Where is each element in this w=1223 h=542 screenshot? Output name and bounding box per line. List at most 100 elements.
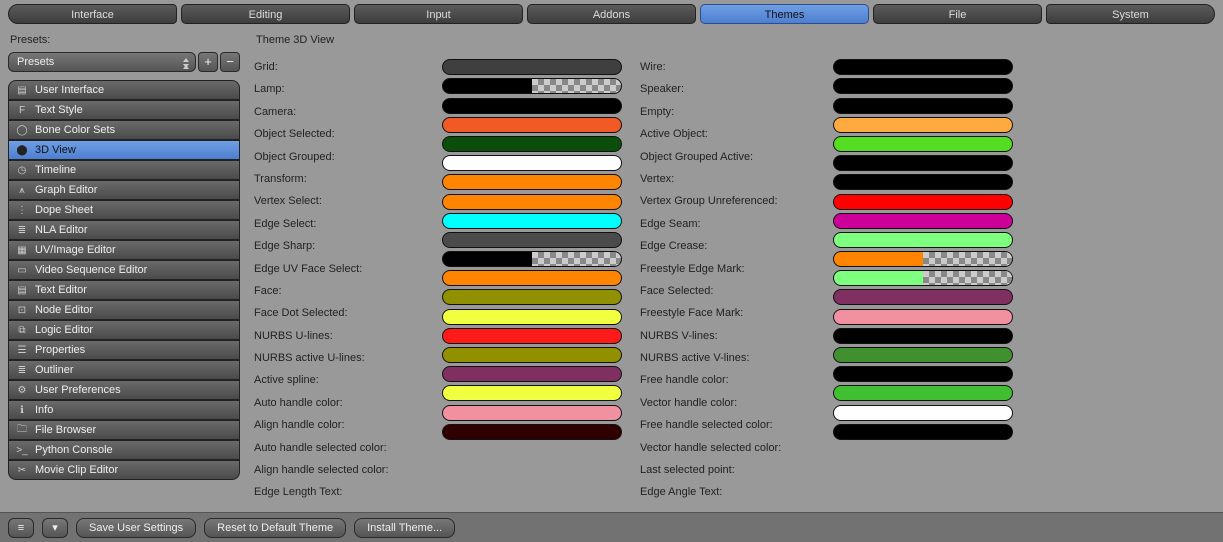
sidebar-item-node-editor[interactable]: ⊡Node Editor [8, 300, 240, 320]
category-icon: ◷ [15, 163, 29, 177]
sidebar-item-3d-view[interactable]: ⬤3D View [8, 140, 240, 160]
color-swatch[interactable] [442, 270, 622, 286]
category-icon: ⧉ [15, 323, 29, 337]
color-swatch[interactable] [442, 136, 622, 152]
reset-default-theme-button[interactable]: Reset to Default Theme [204, 518, 346, 538]
sidebar-item-dope-sheet[interactable]: ⋮Dope Sheet [8, 200, 240, 220]
sidebar-item-uv-image-editor[interactable]: ▦UV/Image Editor [8, 240, 240, 260]
property-label: Auto handle color: [254, 392, 424, 414]
sidebar-item-movie-clip-editor[interactable]: ✂Movie Clip Editor [8, 460, 240, 480]
color-swatch[interactable] [833, 78, 1013, 94]
color-swatch[interactable] [442, 194, 622, 210]
color-swatch[interactable] [833, 194, 1013, 210]
sidebar-item-video-sequence-editor[interactable]: ▭Video Sequence Editor [8, 260, 240, 280]
sidebar-item-outliner[interactable]: ≣Outliner [8, 360, 240, 380]
save-user-settings-button[interactable]: Save User Settings [76, 518, 196, 538]
color-swatch[interactable] [833, 136, 1013, 152]
property-label: Grid: [254, 56, 424, 78]
color-swatch[interactable] [833, 251, 1013, 267]
color-swatch[interactable] [442, 59, 622, 75]
property-label: Object Grouped Active: [640, 146, 815, 168]
color-swatch[interactable] [833, 213, 1013, 229]
color-swatch[interactable] [833, 309, 1013, 325]
property-label: Last selected point: [640, 459, 815, 481]
tab-addons[interactable]: Addons [527, 4, 696, 24]
category-label: Python Console [35, 444, 113, 456]
color-swatch[interactable] [833, 98, 1013, 114]
sidebar-item-user-interface[interactable]: ▤User Interface [8, 80, 240, 100]
category-label: Video Sequence Editor [35, 264, 147, 276]
color-swatch[interactable] [442, 78, 622, 94]
property-label: Object Grouped: [254, 146, 424, 168]
color-swatch[interactable] [833, 385, 1013, 401]
color-swatch[interactable] [833, 232, 1013, 248]
preset-remove-button[interactable]: − [220, 52, 240, 72]
category-icon: ▤ [15, 83, 29, 97]
color-swatch[interactable] [442, 289, 622, 305]
color-swatch[interactable] [442, 347, 622, 363]
color-swatch[interactable] [442, 405, 622, 421]
category-icon: ≣ [15, 223, 29, 237]
color-swatch[interactable] [833, 59, 1013, 75]
color-swatch[interactable] [442, 366, 622, 382]
sidebar-item-properties[interactable]: ☰Properties [8, 340, 240, 360]
property-label: NURBS active V-lines: [640, 347, 815, 369]
color-swatch[interactable] [833, 270, 1013, 286]
color-swatch[interactable] [833, 347, 1013, 363]
color-swatch[interactable] [833, 155, 1013, 171]
color-swatch[interactable] [833, 289, 1013, 305]
tab-input[interactable]: Input [354, 4, 523, 24]
category-icon: ⩚ [15, 183, 29, 197]
presets-dropdown[interactable]: Presets [8, 52, 196, 72]
category-icon: ⬤ [15, 143, 29, 157]
editor-type-menu-icon[interactable]: ≡ [8, 518, 34, 538]
sidebar-item-file-browser[interactable]: 🗀File Browser [8, 420, 240, 440]
color-swatch[interactable] [442, 309, 622, 325]
property-label: Active Object: [640, 123, 815, 145]
property-label: Edge UV Face Select: [254, 258, 424, 280]
color-swatch[interactable] [833, 405, 1013, 421]
color-swatch[interactable] [442, 328, 622, 344]
sidebar-item-user-preferences[interactable]: ⚙User Preferences [8, 380, 240, 400]
preset-add-button[interactable]: + [198, 52, 218, 72]
property-label: Active spline: [254, 369, 424, 391]
category-label: Movie Clip Editor [35, 464, 118, 476]
sidebar-item-timeline[interactable]: ◷Timeline [8, 160, 240, 180]
property-label: Freestyle Face Mark: [640, 302, 815, 324]
install-theme-button[interactable]: Install Theme... [354, 518, 455, 538]
color-swatch[interactable] [442, 117, 622, 133]
sidebar-item-text-editor[interactable]: ▤Text Editor [8, 280, 240, 300]
category-label: User Preferences [35, 384, 121, 396]
tab-interface[interactable]: Interface [8, 4, 177, 24]
category-label: Graph Editor [35, 184, 97, 196]
category-icon: 🗀 [15, 423, 29, 437]
sidebar-item-info[interactable]: ℹInfo [8, 400, 240, 420]
color-swatch[interactable] [442, 174, 622, 190]
color-swatch[interactable] [442, 155, 622, 171]
color-swatch[interactable] [442, 385, 622, 401]
property-label: Auto handle selected color: [254, 437, 424, 459]
color-swatch[interactable] [833, 117, 1013, 133]
color-swatch[interactable] [442, 213, 622, 229]
tab-editing[interactable]: Editing [181, 4, 350, 24]
tab-system[interactable]: System [1046, 4, 1215, 24]
sidebar-item-python-console[interactable]: >_Python Console [8, 440, 240, 460]
color-swatch[interactable] [833, 424, 1013, 440]
sidebar-item-logic-editor[interactable]: ⧉Logic Editor [8, 320, 240, 340]
color-swatch[interactable] [833, 366, 1013, 382]
color-swatch[interactable] [442, 251, 622, 267]
color-swatch[interactable] [442, 232, 622, 248]
color-swatch[interactable] [442, 98, 622, 114]
color-swatch[interactable] [442, 424, 622, 440]
category-label: Outliner [35, 364, 74, 376]
tab-themes[interactable]: Themes [700, 4, 869, 24]
sidebar-item-graph-editor[interactable]: ⩚ Graph Editor [8, 180, 240, 200]
sidebar-item-text-style[interactable]: FText Style [8, 100, 240, 120]
color-swatch[interactable] [833, 328, 1013, 344]
sidebar-item-bone-color-sets[interactable]: ◯Bone Color Sets [8, 120, 240, 140]
tab-file[interactable]: File [873, 4, 1042, 24]
sidebar-item-nla-editor[interactable]: ≣NLA Editor [8, 220, 240, 240]
theme-category-list: ▤User InterfaceFText Style◯Bone Color Se… [8, 80, 240, 480]
color-swatch[interactable] [833, 174, 1013, 190]
toggle-header-icon[interactable]: ▾ [42, 518, 68, 538]
